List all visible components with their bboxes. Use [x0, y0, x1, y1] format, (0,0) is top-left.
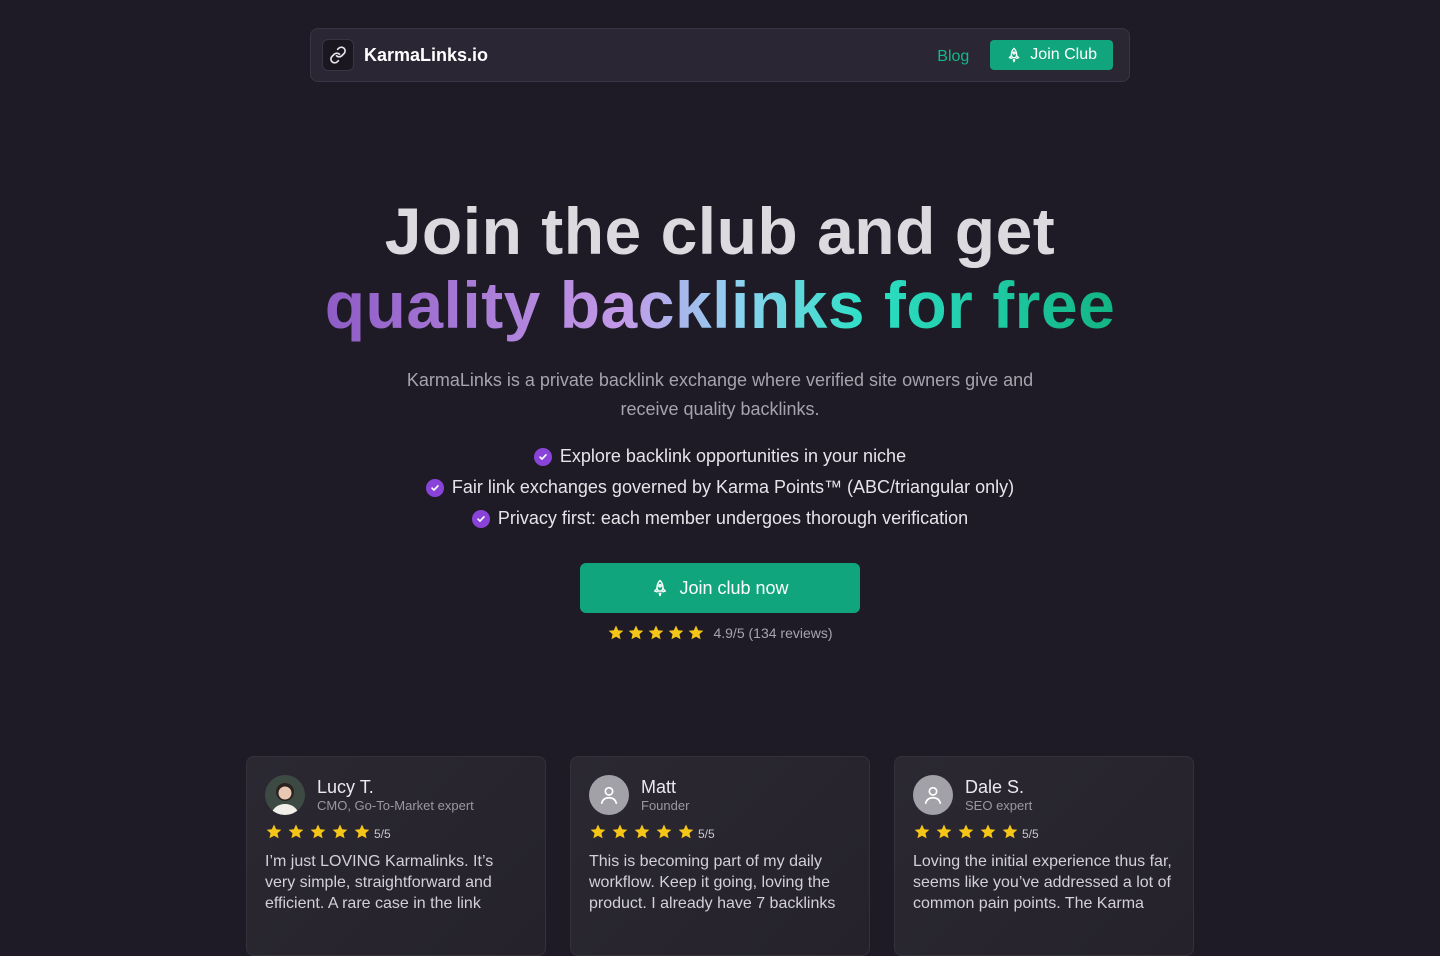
star-icon	[609, 625, 624, 640]
testimonial-card: Lucy T. CMO, Go-To-Market expert 5/5 I’m…	[246, 756, 546, 956]
check-circle-icon	[471, 509, 490, 528]
top-navbar: KarmaLinks.io Blog Join Club	[310, 28, 1130, 82]
overall-rating: 4.9/5 (134 reviews)	[0, 624, 1440, 642]
hero-subtitle: KarmaLinks is a private backlink exchang…	[406, 370, 1034, 419]
review-stars	[265, 823, 373, 841]
review-rating: 5/5	[589, 823, 851, 841]
testimonial-card: Matt Founder 5/5 This is becoming part o…	[570, 756, 870, 956]
star-icon	[669, 625, 684, 640]
join-club-button[interactable]: Join Club	[990, 40, 1113, 70]
star-icon	[354, 824, 370, 839]
link-icon[interactable]	[322, 39, 354, 71]
review-stars	[913, 823, 1021, 841]
rating-text: 4.9/5 (134 reviews)	[713, 625, 833, 641]
feature-text: Privacy first: each member undergoes tho…	[497, 508, 969, 528]
star-icon	[936, 824, 952, 839]
feature-text: Fair link exchanges governed by Karma Po…	[451, 477, 1015, 497]
hero-title: Join the club and get quality backlinks …	[0, 194, 1440, 342]
review-rating: 5/5	[913, 823, 1175, 841]
hero-title-line2: quality backlinks for free	[324, 268, 1116, 342]
testimonial-list: Lucy T. CMO, Go-To-Market expert 5/5 I’m…	[246, 756, 1194, 956]
rocket-icon	[654, 579, 667, 597]
star-icon	[914, 824, 930, 839]
star-icon	[649, 625, 664, 640]
feature-list: Explore backlink opportunities in your n…	[0, 445, 1440, 530]
feature-text: Explore backlink opportunities in your n…	[559, 446, 907, 466]
cta-label: Join club now	[679, 577, 789, 598]
check-circle-icon	[533, 447, 552, 466]
reviewer-role: Founder	[641, 798, 690, 813]
star-icon	[629, 625, 644, 640]
hero-title-line1: Join the club and get	[384, 194, 1056, 268]
reviewer-role: CMO, Go-To-Market expert	[317, 798, 474, 813]
review-score: 5/5	[698, 826, 715, 841]
reviewer-name: Matt	[641, 777, 677, 797]
blog-link[interactable]: Blog	[937, 48, 969, 66]
star-icon	[689, 625, 704, 640]
rocket-icon	[1008, 47, 1020, 63]
star-icon	[656, 824, 672, 839]
user-icon	[589, 775, 629, 815]
review-quote: This is becoming part of my daily workfl…	[589, 853, 836, 912]
review-rating: 5/5	[265, 823, 527, 841]
feature-item: Fair link exchanges governed by Karma Po…	[425, 476, 1015, 499]
review-stars	[589, 823, 697, 841]
star-icon	[590, 824, 606, 839]
review-quote: I’m just LOVING Karmalinks. It’s very si…	[265, 853, 494, 912]
avatar	[265, 775, 305, 815]
feature-item: Explore backlink opportunities in your n…	[533, 445, 907, 468]
star-icon	[288, 824, 304, 839]
star-icon	[332, 824, 348, 839]
rating-stars	[607, 624, 705, 642]
check-circle-icon	[425, 478, 444, 497]
reviewer-role: SEO expert	[965, 798, 1033, 813]
star-icon	[958, 824, 974, 839]
join-club-label: Join Club	[1030, 46, 1097, 63]
user-icon	[913, 775, 953, 815]
review-score: 5/5	[1022, 826, 1039, 841]
reviewer-name: Dale S.	[965, 777, 1025, 797]
star-icon	[980, 824, 996, 839]
reviewer-name: Lucy T.	[317, 777, 374, 797]
brand-name[interactable]: KarmaLinks.io	[364, 45, 488, 66]
star-icon	[310, 824, 326, 839]
star-icon	[1002, 824, 1018, 839]
star-icon	[678, 824, 694, 839]
feature-item: Privacy first: each member undergoes tho…	[471, 507, 969, 530]
star-icon	[612, 824, 628, 839]
star-icon	[266, 824, 282, 839]
join-club-now-button[interactable]: Join club now	[580, 563, 860, 613]
testimonial-card: Dale S. SEO expert 5/5 Loving the initia…	[894, 756, 1194, 956]
review-quote: Loving the initial experience thus far, …	[913, 853, 1172, 912]
review-score: 5/5	[374, 826, 391, 841]
star-icon	[634, 824, 650, 839]
